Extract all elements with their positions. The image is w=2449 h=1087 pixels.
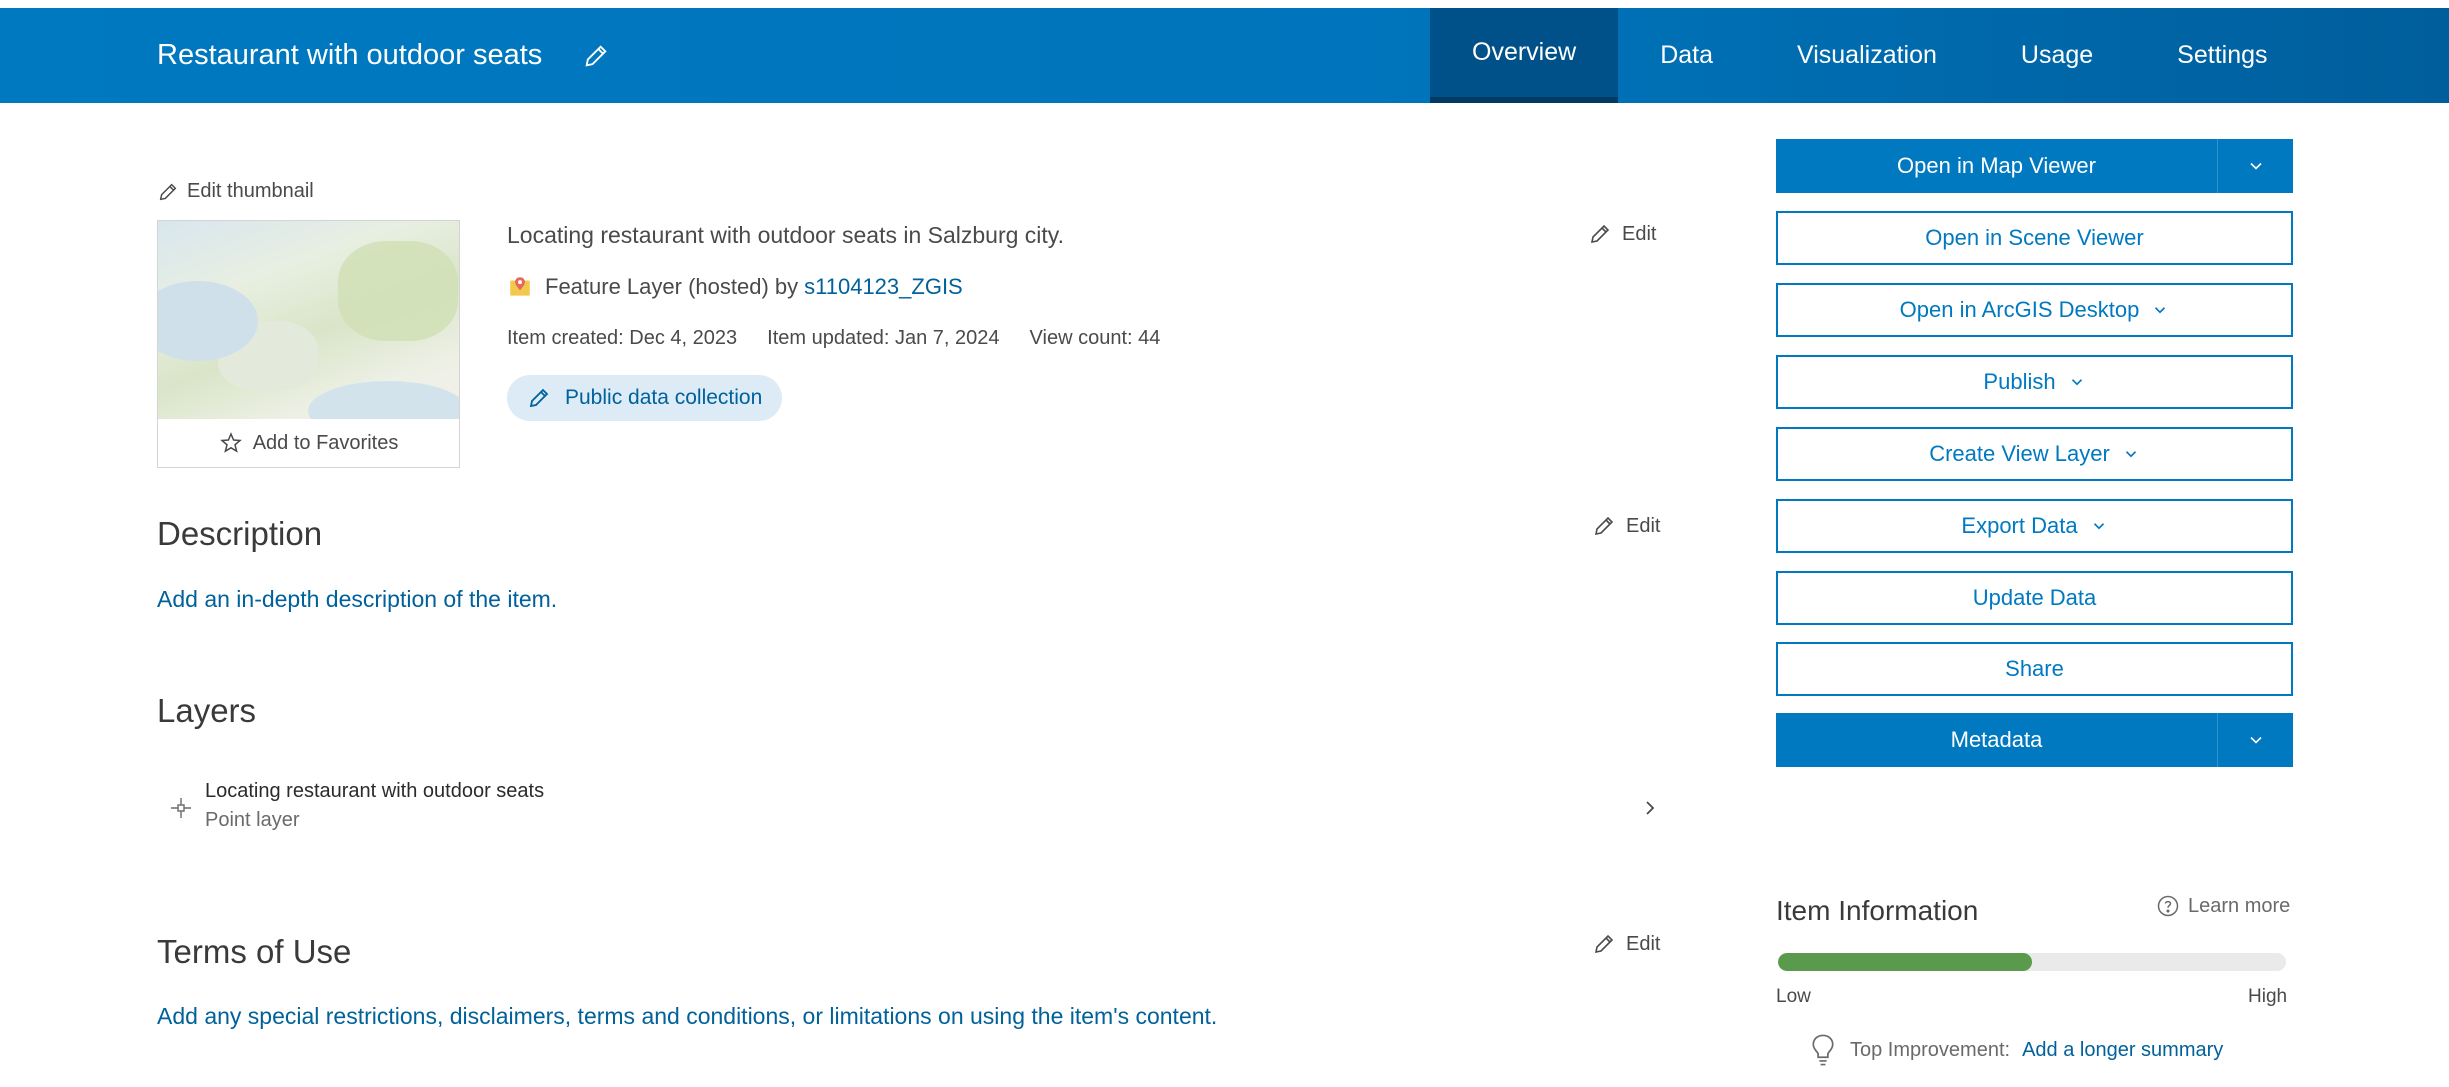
owner-link[interactable]: s1104123_ZGIS bbox=[804, 274, 963, 300]
tab-data[interactable]: Data bbox=[1618, 8, 1755, 103]
item-tabs: Overview Data Visualization Usage Settin… bbox=[1430, 8, 2310, 103]
feature-layer-icon bbox=[510, 277, 530, 296]
open-scene-viewer-button[interactable]: Open in Scene Viewer bbox=[1776, 211, 2293, 265]
pencil-icon bbox=[529, 388, 549, 408]
create-view-layer-button[interactable]: Create View Layer bbox=[1776, 427, 2293, 481]
point-layer-icon bbox=[171, 798, 191, 818]
chip-label: Public data collection bbox=[565, 386, 763, 409]
button-label: Export Data bbox=[1961, 513, 2078, 538]
metadata-split-button: Metadata bbox=[1776, 713, 2293, 767]
edit-label: Edit bbox=[1626, 514, 1661, 537]
progress-low-label: Low bbox=[1776, 986, 1811, 1007]
thumbnail-card: Add to Favorites bbox=[157, 220, 460, 468]
chevron-right-icon bbox=[1646, 801, 1655, 815]
help-icon bbox=[2157, 895, 2179, 917]
share-button[interactable]: Share bbox=[1776, 642, 2293, 696]
description-heading: Description bbox=[157, 515, 323, 552]
map-viewer-dropdown[interactable] bbox=[2217, 139, 2293, 193]
edit-label: Edit bbox=[1626, 932, 1661, 955]
item-header: Restaurant with outdoor seats Overview D… bbox=[0, 8, 2449, 103]
item-type-line: Feature Layer (hosted) by s1104123_ZGIS bbox=[507, 274, 963, 300]
export-data-button[interactable]: Export Data bbox=[1776, 499, 2293, 553]
metadata-button[interactable]: Metadata bbox=[1776, 713, 2217, 767]
edit-summary-button[interactable]: Edit bbox=[1588, 222, 1656, 246]
tab-usage[interactable]: Usage bbox=[1979, 8, 2135, 103]
button-label: Open in Scene Viewer bbox=[1925, 225, 2144, 250]
edit-description-button[interactable]: Edit bbox=[1592, 514, 1660, 538]
chevron-down-icon bbox=[2249, 162, 2262, 170]
pencil-icon bbox=[1594, 516, 1614, 536]
button-label: Create View Layer bbox=[1929, 441, 2110, 466]
chevron-down-icon bbox=[2071, 379, 2082, 386]
tab-overview[interactable]: Overview bbox=[1430, 8, 1619, 103]
top-improvement-link[interactable]: Add a longer summary bbox=[2022, 1039, 2223, 1062]
item-information-progress bbox=[1778, 953, 2286, 971]
map-viewer-split-button: Open in Map Viewer bbox=[1776, 139, 2293, 193]
chevron-down-icon bbox=[2125, 451, 2136, 458]
updated-date: Item updated: Jan 7, 2024 bbox=[767, 327, 1000, 349]
update-data-button[interactable]: Update Data bbox=[1776, 571, 2293, 625]
edit-label: Edit bbox=[1622, 222, 1657, 245]
layer-type: Point layer bbox=[205, 809, 300, 831]
chevron-down-icon bbox=[2093, 523, 2104, 530]
pencil-icon[interactable] bbox=[582, 42, 610, 70]
thumbnail-image bbox=[158, 221, 459, 419]
chevron-down-icon bbox=[2155, 307, 2166, 314]
top-strip bbox=[0, 0, 2449, 8]
lightbulb-icon bbox=[1812, 1034, 1834, 1066]
item-meta: Item created: Dec 4, 2023 Item updated: … bbox=[507, 327, 1160, 350]
chevron-down-icon bbox=[2249, 736, 2262, 744]
created-date: Item created: Dec 4, 2023 bbox=[507, 327, 738, 349]
item-summary: Locating restaurant with outdoor seats i… bbox=[507, 222, 1064, 248]
progress-fill bbox=[1778, 953, 2032, 971]
category-chip[interactable]: Public data collection bbox=[507, 375, 783, 421]
layer-item[interactable]: Locating restaurant with outdoor seats P… bbox=[157, 776, 1662, 842]
button-label: Open in ArcGIS Desktop bbox=[1899, 297, 2140, 322]
edit-thumbnail-link[interactable]: Edit thumbnail bbox=[157, 180, 314, 203]
add-description-link[interactable]: Add an in-depth description of the item. bbox=[157, 586, 557, 613]
tab-settings[interactable]: Settings bbox=[2135, 8, 2309, 103]
item-information-heading: Item Information bbox=[1776, 895, 1979, 926]
open-arcgis-desktop-button[interactable]: Open in ArcGIS Desktop bbox=[1776, 283, 2293, 337]
progress-high-label: High bbox=[2248, 986, 2288, 1007]
button-label: Update Data bbox=[1972, 585, 2097, 610]
pencil-icon bbox=[1590, 224, 1610, 244]
button-label: Share bbox=[2005, 656, 2064, 681]
tab-visualization[interactable]: Visualization bbox=[1755, 8, 1979, 103]
edit-terms-button[interactable]: Edit bbox=[1592, 932, 1660, 956]
top-improvement: Top Improvement: Add a longer summary bbox=[1808, 1033, 2223, 1067]
layers-heading: Layers bbox=[157, 692, 257, 729]
pencil-icon bbox=[159, 183, 177, 200]
learn-more-link[interactable]: Learn more bbox=[2156, 894, 2290, 918]
view-count: View count: 44 bbox=[1029, 327, 1161, 349]
add-to-favorites-button[interactable]: Add to Favorites bbox=[158, 419, 459, 467]
metadata-dropdown[interactable] bbox=[2217, 713, 2293, 767]
button-label: Publish bbox=[1983, 369, 2056, 394]
pencil-icon bbox=[1594, 934, 1614, 954]
item-type: Feature Layer (hosted) by bbox=[545, 274, 799, 299]
edit-thumbnail-label: Edit thumbnail bbox=[187, 180, 314, 202]
layer-name: Locating restaurant with outdoor seats bbox=[205, 780, 545, 802]
favorites-label: Add to Favorites bbox=[252, 431, 399, 454]
learn-more-label: Learn more bbox=[2188, 894, 2291, 917]
add-terms-link[interactable]: Add any special restrictions, disclaimer… bbox=[157, 1003, 1217, 1030]
terms-heading: Terms of Use bbox=[157, 933, 352, 970]
top-improvement-label: Top Improvement: bbox=[1850, 1038, 2011, 1061]
item-title: Restaurant with outdoor seats bbox=[157, 39, 543, 71]
open-map-viewer-button[interactable]: Open in Map Viewer bbox=[1776, 139, 2217, 193]
star-icon bbox=[219, 432, 242, 453]
publish-button[interactable]: Publish bbox=[1776, 355, 2293, 409]
